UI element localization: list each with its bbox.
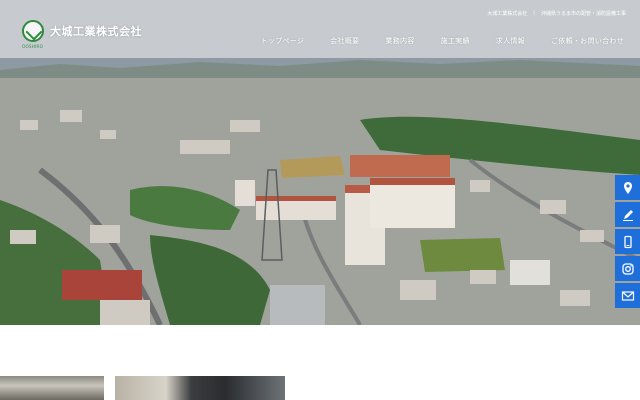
- pen-icon: [622, 209, 633, 221]
- mail-icon: [621, 290, 634, 301]
- topbar-company: 大城工業株式会社: [487, 11, 528, 17]
- instagram-button[interactable]: [615, 256, 640, 281]
- blog-button[interactable]: [615, 202, 640, 227]
- company-name: 大城工業株式会社: [50, 25, 142, 38]
- main-nav: トップページ 会社概要 業務内容 施工実績 求人情報 ご依頼・お問い合わせ: [261, 36, 624, 46]
- nav-item-services[interactable]: 業務内容: [385, 36, 414, 46]
- instagram-icon: [621, 262, 634, 275]
- page: 大城工業株式会社 OOSHIRO 大城工業株式会社 | 沖縄県うるま市の配管・消…: [0, 0, 640, 400]
- nav-item-works[interactable]: 施工実績: [441, 36, 470, 46]
- phone-button[interactable]: [615, 229, 640, 254]
- logo-mark-icon: [22, 20, 44, 42]
- nav-item-recruit[interactable]: 求人情報: [496, 36, 525, 46]
- nav-item-top[interactable]: トップページ: [261, 36, 305, 46]
- site-logo[interactable]: 大城工業株式会社: [22, 20, 142, 42]
- topbar-separator: |: [533, 10, 535, 16]
- nav-item-company[interactable]: 会社概要: [330, 36, 359, 46]
- topbar-tagline: 沖縄県うるま市の配管・消防設備工事: [540, 11, 626, 17]
- worker-photo-thumbnail[interactable]: [115, 376, 285, 400]
- work-photo-thumbnail[interactable]: [0, 376, 104, 400]
- side-icon-bar: [615, 175, 640, 308]
- nav-item-contact[interactable]: ご依頼・お問い合わせ: [551, 36, 624, 46]
- map-button[interactable]: [615, 175, 640, 200]
- mail-button[interactable]: [615, 283, 640, 308]
- phone-icon: [623, 235, 632, 248]
- top-info-bar: 大城工業株式会社 | 沖縄県うるま市の配管・消防設備工事: [487, 10, 626, 17]
- logo-subtext: OOSHIRO: [22, 44, 44, 49]
- map-pin-icon: [623, 181, 632, 194]
- site-header: 大城工業株式会社 OOSHIRO 大城工業株式会社 | 沖縄県うるま市の配管・消…: [0, 0, 640, 70]
